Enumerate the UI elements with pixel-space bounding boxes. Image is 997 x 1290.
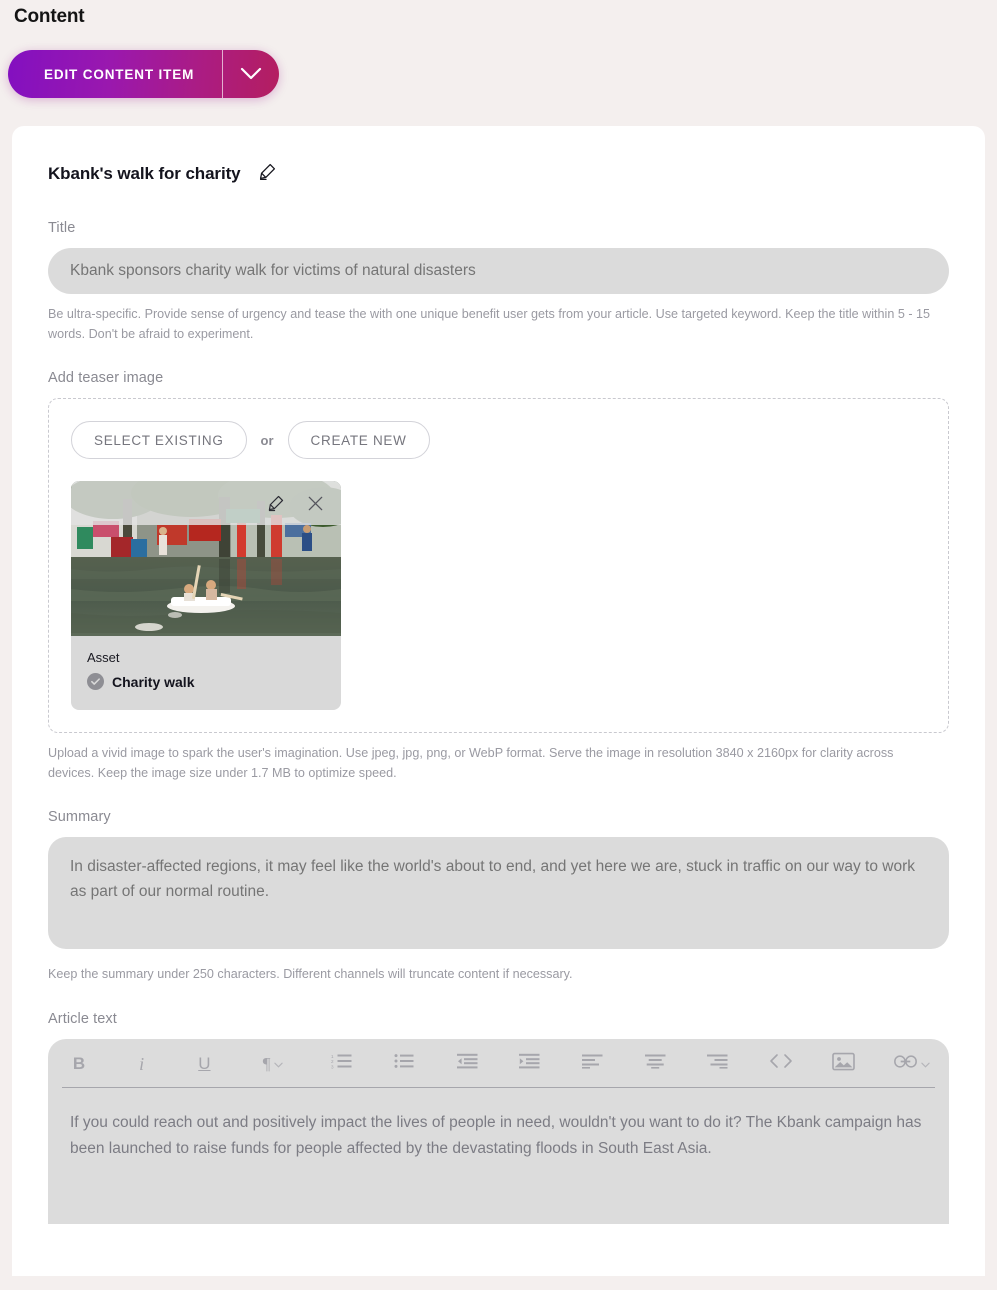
indent-icon	[519, 1053, 540, 1074]
insert-link-button[interactable]	[889, 1047, 935, 1081]
asset-name-row: Charity walk	[87, 673, 325, 691]
article-text-body[interactable]: If you could reach out and positively im…	[48, 1088, 949, 1183]
create-new-button[interactable]: CREATE NEW	[287, 421, 430, 460]
numbered-list-icon: 1 2 3	[331, 1053, 352, 1074]
rename-content-item-button[interactable]	[255, 162, 279, 186]
select-existing-button[interactable]: SELECT EXISTING	[71, 421, 247, 460]
svg-text:3: 3	[331, 1064, 334, 1069]
bulleted-list-button[interactable]	[387, 1047, 421, 1081]
insert-link-icon	[894, 1054, 917, 1073]
italic-icon: i	[139, 1053, 145, 1074]
underline-icon: U	[198, 1054, 211, 1074]
paragraph-icon: ¶	[262, 1054, 271, 1074]
teaser-image-helper-text: Upload a vivid image to spark the user's…	[48, 746, 894, 780]
title-helper-text: Be ultra-specific. Provide sense of urge…	[48, 307, 931, 341]
bulleted-list-icon	[394, 1053, 414, 1074]
page-header: Content	[0, 0, 997, 28]
item-title-row: Kbank's walk for charity	[48, 162, 949, 186]
summary-textarea[interactable]	[48, 837, 949, 950]
or-separator-label: or	[260, 432, 274, 448]
paragraph-style-button[interactable]: ¶	[250, 1047, 296, 1081]
insert-image-button[interactable]	[826, 1047, 860, 1081]
asset-hover-actions	[71, 481, 341, 526]
asset-name: Charity walk	[112, 673, 195, 690]
insert-image-icon	[831, 1052, 855, 1076]
edit-content-item-button[interactable]: EDIT CONTENT ITEM	[8, 50, 222, 98]
title-input[interactable]	[48, 248, 949, 294]
rich-text-toolbar: B i U ¶ 1 2 3	[48, 1039, 949, 1087]
asset-card[interactable]: Asset Charity walk	[71, 481, 341, 711]
indent-button[interactable]	[513, 1047, 547, 1081]
underline-button[interactable]: U	[187, 1047, 221, 1081]
italic-button[interactable]: i	[125, 1047, 159, 1081]
asset-meta: Asset Charity walk	[71, 636, 341, 710]
align-right-icon	[707, 1054, 728, 1074]
align-right-button[interactable]	[701, 1047, 735, 1081]
content-item-name: Kbank's walk for charity	[48, 164, 241, 183]
chevron-down-icon	[921, 1055, 930, 1073]
asset-remove-button[interactable]	[303, 491, 327, 515]
teaser-image-dropzone[interactable]: SELECT EXISTING or CREATE NEW Asset Char…	[48, 398, 949, 734]
teaser-image-field-block: Add teaser image SELECT EXISTING or CREA…	[48, 370, 949, 783]
numbered-list-button[interactable]: 1 2 3	[325, 1047, 359, 1081]
outdent-button[interactable]	[450, 1047, 484, 1081]
asset-type-label: Asset	[87, 650, 120, 666]
summary-label: Summary	[48, 809, 111, 826]
title-label: Title	[48, 220, 76, 236]
check-circle-icon	[87, 673, 104, 691]
article-text-label: Article text	[48, 1010, 117, 1027]
action-bar: EDIT CONTENT ITEM	[0, 28, 997, 98]
chevron-down-icon	[240, 67, 262, 81]
code-button[interactable]	[764, 1047, 798, 1081]
edit-content-item-split-button[interactable]: EDIT CONTENT ITEM	[8, 50, 280, 98]
align-left-button[interactable]	[576, 1047, 610, 1081]
close-icon	[306, 494, 325, 513]
align-left-icon	[582, 1054, 603, 1074]
teaser-image-actions: SELECT EXISTING or CREATE NEW	[71, 421, 926, 460]
article-text-field-block: Article text B i U ¶ 1 2 3 If you could …	[48, 1011, 949, 1224]
code-icon	[768, 1053, 794, 1074]
bold-button[interactable]: B	[62, 1047, 96, 1081]
asset-edit-button[interactable]	[263, 491, 287, 515]
teaser-image-label: Add teaser image	[48, 370, 164, 387]
summary-field-block: Summary Keep the summary under 250 chara…	[48, 809, 949, 985]
bold-icon: B	[72, 1054, 86, 1074]
rich-text-editor: B i U ¶ 1 2 3 If you could reach out and…	[48, 1038, 949, 1224]
title-field-block: Title Be ultra-specific. Provide sense o…	[48, 220, 949, 344]
content-item-card: Kbank's walk for charity Title Be ultra-…	[12, 126, 985, 1276]
outdent-icon	[456, 1053, 478, 1074]
align-center-icon	[644, 1054, 666, 1074]
asset-thumbnail	[71, 481, 341, 637]
chevron-down-icon	[274, 1055, 284, 1073]
edit-content-item-dropdown-button[interactable]	[223, 50, 279, 98]
pencil-icon	[266, 494, 285, 513]
page-title: Content	[14, 6, 85, 27]
align-center-button[interactable]	[638, 1047, 672, 1081]
pencil-icon	[257, 162, 277, 187]
summary-helper-text: Keep the summary under 250 characters. D…	[48, 967, 573, 982]
